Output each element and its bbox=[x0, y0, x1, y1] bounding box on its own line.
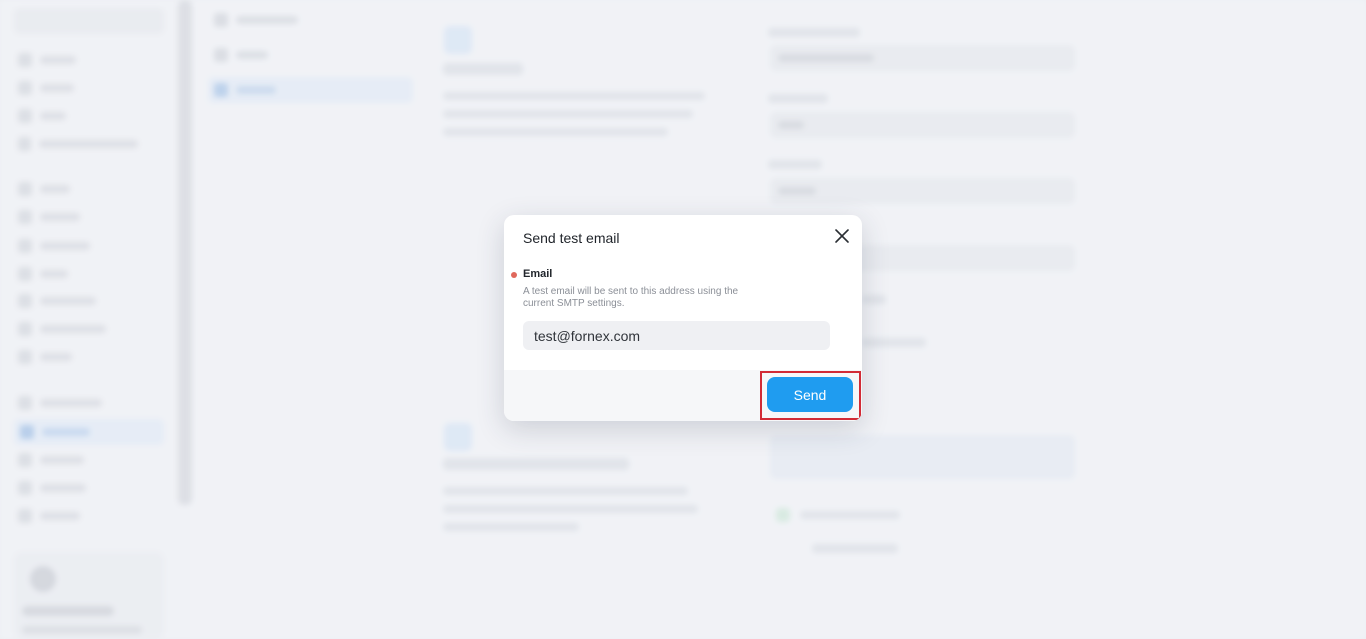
send-test-email-dialog: Send test email Email A test email will … bbox=[504, 215, 862, 421]
email-label: Email bbox=[523, 268, 553, 280]
dialog-footer: Send bbox=[504, 370, 862, 421]
email-help-text: A test email will be sent to this addres… bbox=[523, 286, 739, 309]
email-field[interactable] bbox=[523, 321, 830, 350]
required-indicator bbox=[511, 272, 517, 278]
dialog-title: Send test email bbox=[523, 230, 620, 246]
close-icon bbox=[835, 229, 849, 243]
send-button[interactable]: Send bbox=[767, 377, 853, 412]
close-button[interactable] bbox=[832, 226, 852, 246]
